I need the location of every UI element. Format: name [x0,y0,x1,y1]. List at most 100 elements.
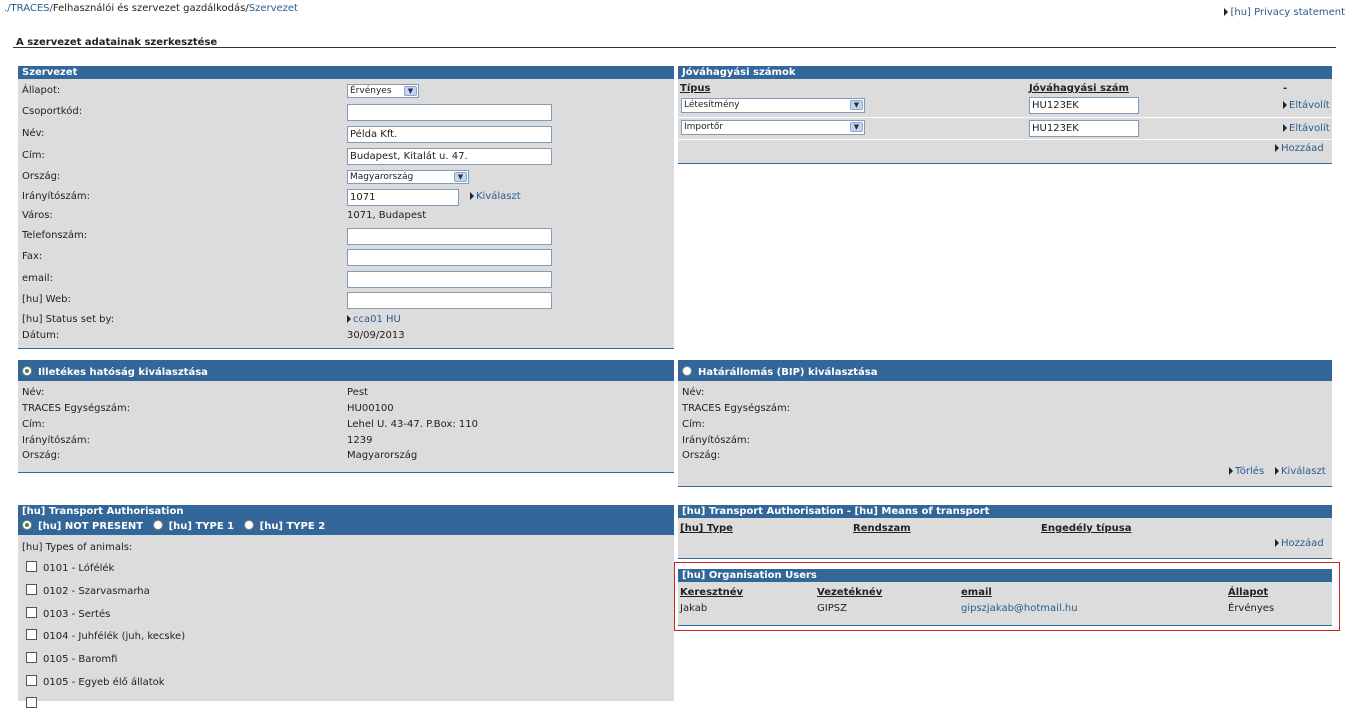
bip-select-link[interactable]: Kiválaszt [1275,466,1326,477]
country-label: Ország: [22,171,61,182]
authority-unit-row: TRACES Egységszám: HU00100 [22,401,670,417]
approval-number-input-1[interactable] [1029,97,1139,114]
email-input[interactable] [347,271,552,288]
privacy-statement-label[interactable]: [hu] Privacy statement [1230,7,1345,18]
postcode-input[interactable] [347,189,459,206]
bip-delete-link[interactable]: Törlés [1229,466,1264,477]
animal-label: 0105 - Baromfi [43,654,118,665]
bip-radio[interactable] [682,366,692,376]
type2-label: [hu] TYPE 2 [259,521,326,532]
breadcrumb-organisation-link[interactable]: Szervezet [249,3,298,14]
animal-item-cut[interactable] [26,697,43,710]
phone-input[interactable] [347,228,552,245]
phone-label: Telefonszám: [22,230,88,241]
country-row: Ország: Magyarország ▼ [22,168,670,186]
web-label: [hu] Web: [22,294,71,305]
fax-row: Fax: [22,248,670,266]
date-row: Dátum: 30/09/2013 [22,327,670,345]
address-input[interactable] [347,148,552,165]
animal-item[interactable]: 0104 - Juhfélék (juh, kecske) [26,629,185,642]
city-row: Város: 1071, Budapest [22,207,670,225]
web-row: [hu] Web: [22,291,670,309]
approval-remove-link-1[interactable]: Eltávolít [1283,100,1330,111]
means-add-label[interactable]: Hozzáad [1281,538,1324,549]
authority-unit-label: TRACES Egységszám: [22,403,131,414]
bip-unit-label: TRACES Egységszám: [682,403,791,414]
breadcrumb-traces-link[interactable]: ./TRACES/ [4,3,53,14]
approval-add-link[interactable]: Hozzáad [1275,143,1324,154]
approval-remove-link-2[interactable]: Eltávolít [1283,123,1330,134]
bip-unit-row: TRACES Egységszám: [682,401,1328,417]
approval-number-input-2[interactable] [1029,120,1139,137]
panel-divider [678,558,1332,559]
transport-auth-panel-header: [hu] Transport Authorisation [hu] NOT PR… [18,505,674,535]
group-code-input[interactable] [347,104,552,121]
bip-name-row: Név: [682,385,1328,401]
status-set-by-value[interactable]: cca01 HU [353,314,401,325]
country-select[interactable]: Magyarország ▼ [347,170,469,184]
type1-radio[interactable] [152,520,163,530]
authority-country-value: Magyarország [347,450,418,461]
approval-remove-label-2[interactable]: Eltávolít [1289,123,1330,134]
transport-auth-panel: [hu] Transport Authorisation [hu] NOT PR… [18,505,674,708]
row-divider [678,139,1332,140]
name-input[interactable] [347,126,552,143]
approval-remove-label-1[interactable]: Eltávolít [1289,100,1330,111]
group-code-row: Csoportkód: [22,103,670,121]
bip-postcode-label: Irányítószám: [682,435,750,446]
approval-type-select-2[interactable]: Importőr ▼ [681,120,865,135]
checkbox[interactable] [26,584,37,595]
animal-label: 0105 - Egyeb élő állatok [43,677,165,688]
authority-country-label: Ország: [22,450,61,461]
not-present-radio[interactable] [22,520,32,530]
breadcrumb-user-org: Felhasználói és szervezet gazdálkodás/ [52,3,249,14]
approval-add-label[interactable]: Hozzáad [1281,143,1324,154]
bip-delete-label[interactable]: Törlés [1235,466,1264,477]
approval-col-type: Típus [680,83,711,94]
animal-item[interactable]: 0105 - Egyeb élő állatok [26,675,165,688]
chevron-down-icon: ▼ [850,100,863,110]
panel-divider [18,472,674,473]
chevron-down-icon: ▼ [454,172,467,182]
arrow-right-icon [1275,144,1279,152]
web-input[interactable] [347,292,552,309]
checkbox[interactable] [26,607,37,618]
checkbox[interactable] [26,652,37,663]
transport-auth-options: [hu] NOT PRESENT [hu] TYPE 1 [hu] TYPE 2 [22,520,674,534]
bip-panel-header[interactable]: Határállomás (BIP) kiválasztása [678,360,1332,381]
checkbox[interactable] [26,561,37,572]
status-select-value: Érvényes [350,86,392,96]
authority-country-row: Ország: Magyarország [22,448,670,464]
bip-select-label[interactable]: Kiválaszt [1281,466,1326,477]
animal-label: 0101 - Lófélék [43,563,115,574]
name-row: Név: [22,125,670,143]
postcode-row: Irányítószám: Kiválaszt [22,188,670,206]
checkbox[interactable] [26,675,37,686]
approval-type-select-1[interactable]: Létesítmény ▼ [681,98,865,113]
authority-radio[interactable] [22,366,32,376]
privacy-statement-link[interactable]: [hu] Privacy statement [1224,7,1345,18]
approval-type-value-1: Létesítmény [684,100,740,110]
animal-item[interactable]: 0102 - Szarvasmarha [26,584,150,597]
authority-header-label: Illetékes hatóság kiválasztása [38,367,208,378]
checkbox[interactable] [26,697,37,708]
animal-item[interactable]: 0105 - Baromfi [26,652,117,665]
authority-name-row: Név: Pest [22,385,670,401]
authority-panel-header[interactable]: Illetékes hatóság kiválasztása [18,360,674,381]
status-select[interactable]: Érvényes ▼ [347,84,419,98]
name-label: Név: [22,128,45,139]
address-label: Cím: [22,150,45,161]
means-of-transport-panel: [hu] Transport Authorisation - [hu] Mean… [678,505,1332,559]
animal-item[interactable]: 0103 - Sertés [26,607,110,620]
email-row: email: [22,270,670,288]
postcode-select-label[interactable]: Kiválaszt [476,191,521,202]
type2-radio[interactable] [243,520,254,530]
checkbox[interactable] [26,629,37,640]
date-label: Dátum: [22,330,60,341]
approval-type-value-2: Importőr [684,122,724,132]
means-add-link[interactable]: Hozzáad [1275,538,1324,549]
row-divider [678,117,1332,118]
fax-input[interactable] [347,249,552,266]
animal-item[interactable]: 0101 - Lófélék [26,561,114,574]
postcode-select-link[interactable]: Kiválaszt [470,188,521,206]
